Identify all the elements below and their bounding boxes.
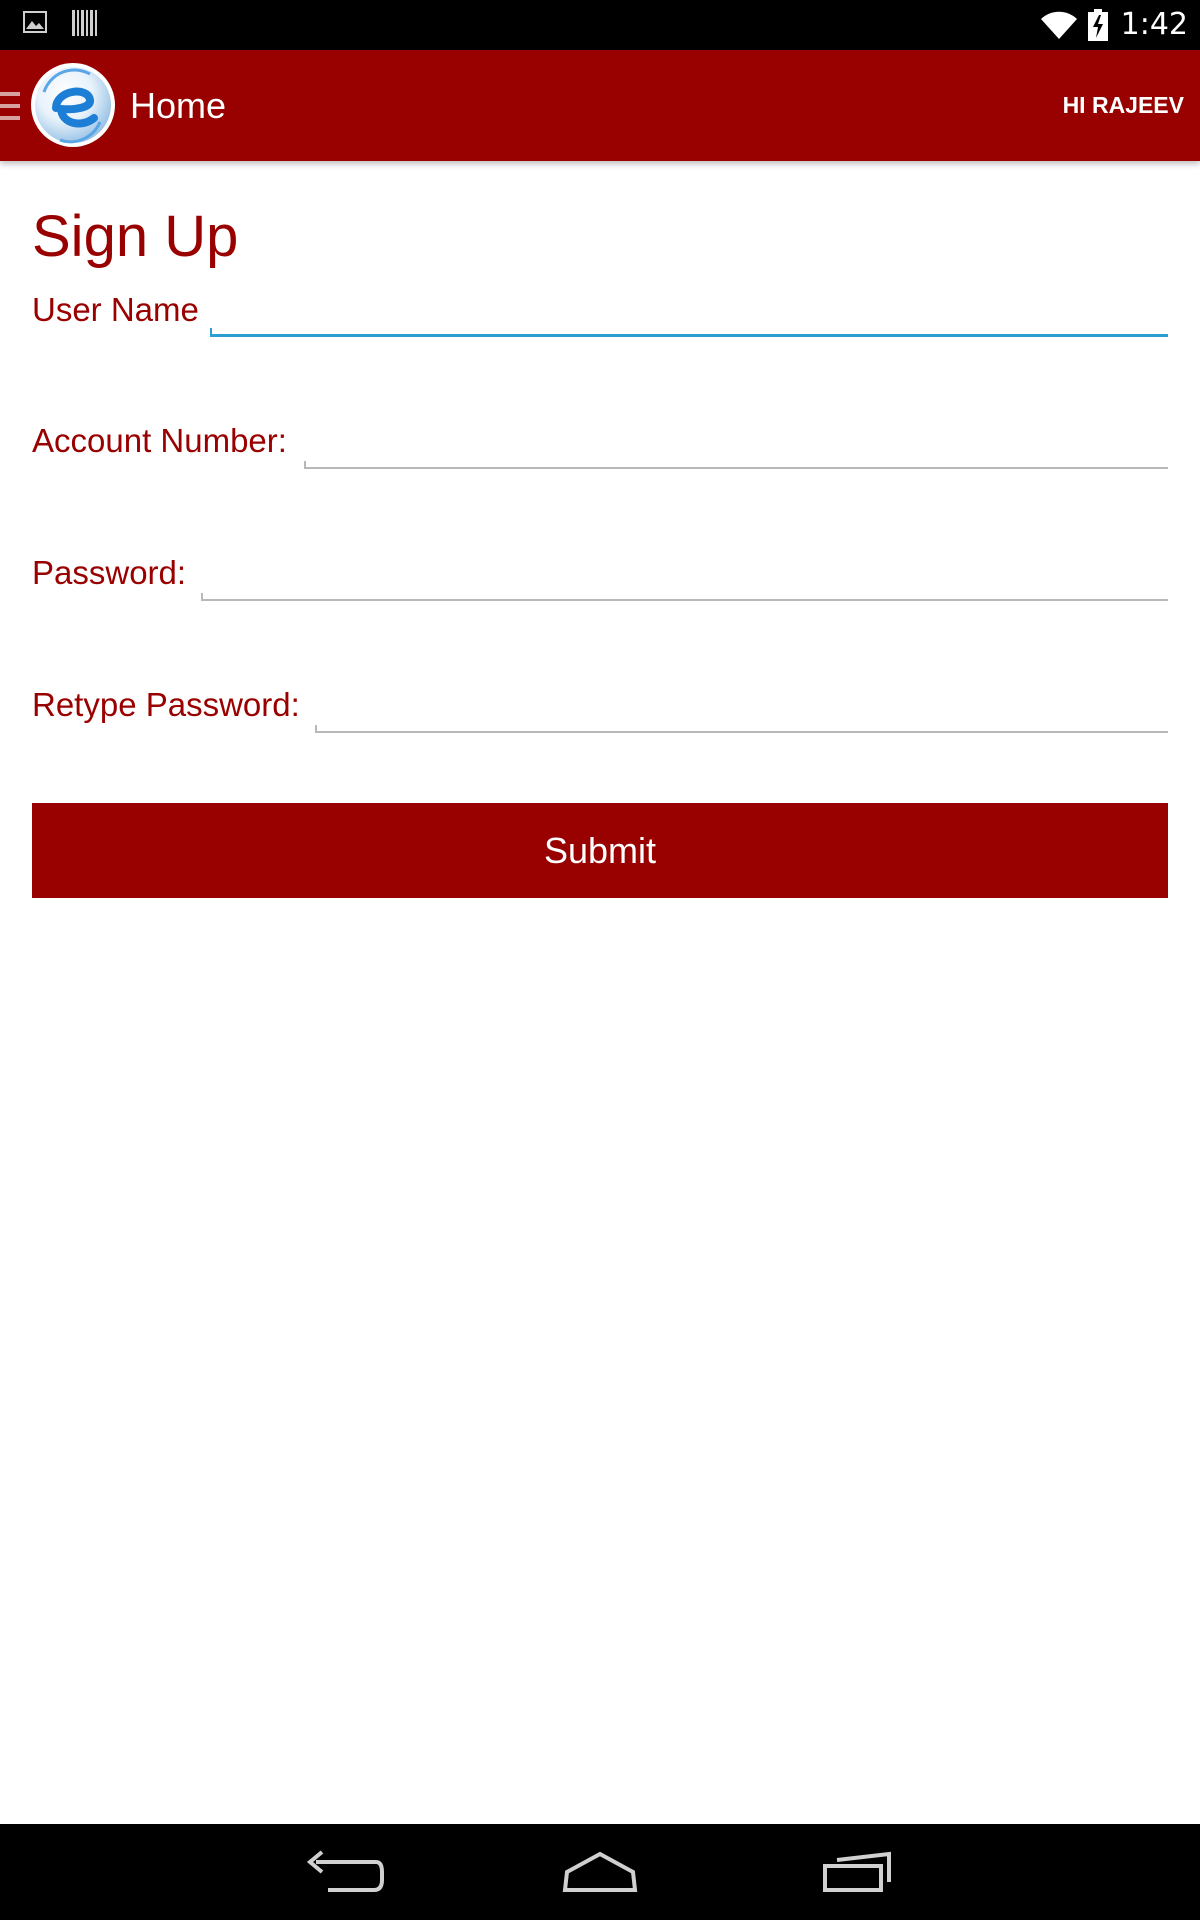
- submit-button[interactable]: Submit: [32, 803, 1168, 898]
- password-input[interactable]: [201, 556, 1168, 592]
- retype-password-label: Retype Password:: [32, 686, 300, 723]
- user-name-underline: [210, 334, 1168, 337]
- password-underline-tick: [201, 593, 203, 601]
- retype-password-input[interactable]: [315, 688, 1168, 724]
- battery-charging-icon: [1087, 9, 1108, 41]
- status-right-group: 1:42: [1039, 0, 1188, 50]
- back-icon[interactable]: [298, 1842, 388, 1902]
- status-bar: 1:42: [0, 0, 1200, 50]
- account-number-input[interactable]: [304, 424, 1168, 460]
- app-logo-e-icon[interactable]: [30, 62, 116, 148]
- user-name-label: User Name: [32, 291, 199, 328]
- account-number-underline-tick: [304, 461, 306, 469]
- user-greeting: HI RAJEEV: [1062, 92, 1184, 118]
- barcode-notification-icon: [72, 10, 97, 36]
- retype-password-underline-tick: [315, 725, 317, 733]
- drawer-menu-icon[interactable]: [0, 92, 20, 120]
- home-icon[interactable]: [555, 1842, 645, 1902]
- image-notification-icon: [23, 11, 47, 33]
- app-bar-title[interactable]: Home: [130, 50, 226, 161]
- user-name-input[interactable]: [210, 292, 1168, 328]
- status-time: 1:42: [1120, 7, 1188, 42]
- recent-apps-icon[interactable]: [813, 1842, 903, 1902]
- app-bar: Home HI RAJEEV: [0, 50, 1200, 161]
- user-name-underline-tick: [210, 328, 212, 336]
- password-label: Password:: [32, 554, 187, 591]
- retype-password-underline: [315, 731, 1168, 733]
- account-number-underline: [304, 467, 1168, 469]
- page-title: Sign Up: [32, 204, 239, 269]
- account-number-label: Account Number:: [32, 422, 287, 459]
- wifi-icon: [1040, 11, 1077, 39]
- navigation-bar: [0, 1824, 1200, 1920]
- password-underline: [201, 599, 1168, 601]
